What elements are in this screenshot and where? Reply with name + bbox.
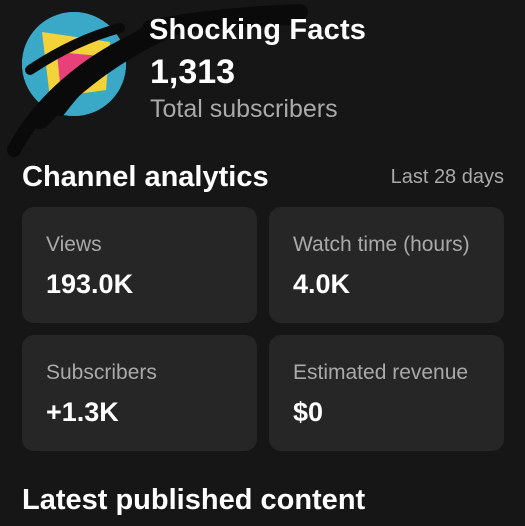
- channel-avatar-icon: [22, 12, 126, 116]
- card-value: 193.0K: [46, 269, 134, 299]
- card-label: Subscribers: [46, 361, 157, 384]
- channel-name: Shocking Facts: [149, 14, 367, 46]
- card-value: 4.0K: [293, 269, 351, 299]
- views-card[interactable]: Views 193.0K: [22, 207, 257, 323]
- card-value: $0: [293, 397, 324, 427]
- revenue-card[interactable]: Estimated revenue $0: [269, 335, 504, 451]
- watch-time-card[interactable]: Watch time (hours) 4.0K: [269, 207, 504, 323]
- card-value: +1.3K: [46, 397, 119, 427]
- card-label: Estimated revenue: [293, 361, 469, 384]
- latest-content-title: Latest published content: [22, 484, 366, 516]
- channel-dashboard: Shocking Facts 1,313 Total subscribers C…: [0, 0, 525, 526]
- subscriber-count: 1,313: [150, 53, 236, 91]
- card-label: Watch time (hours): [293, 233, 470, 256]
- card-label: Views: [46, 233, 102, 256]
- subscriber-label: Total subscribers: [150, 95, 338, 123]
- analytics-title: Channel analytics: [22, 161, 269, 193]
- analytics-period[interactable]: Last 28 days: [391, 166, 504, 189]
- channel-avatar[interactable]: [22, 12, 126, 116]
- subscribers-card[interactable]: Subscribers +1.3K: [22, 335, 257, 451]
